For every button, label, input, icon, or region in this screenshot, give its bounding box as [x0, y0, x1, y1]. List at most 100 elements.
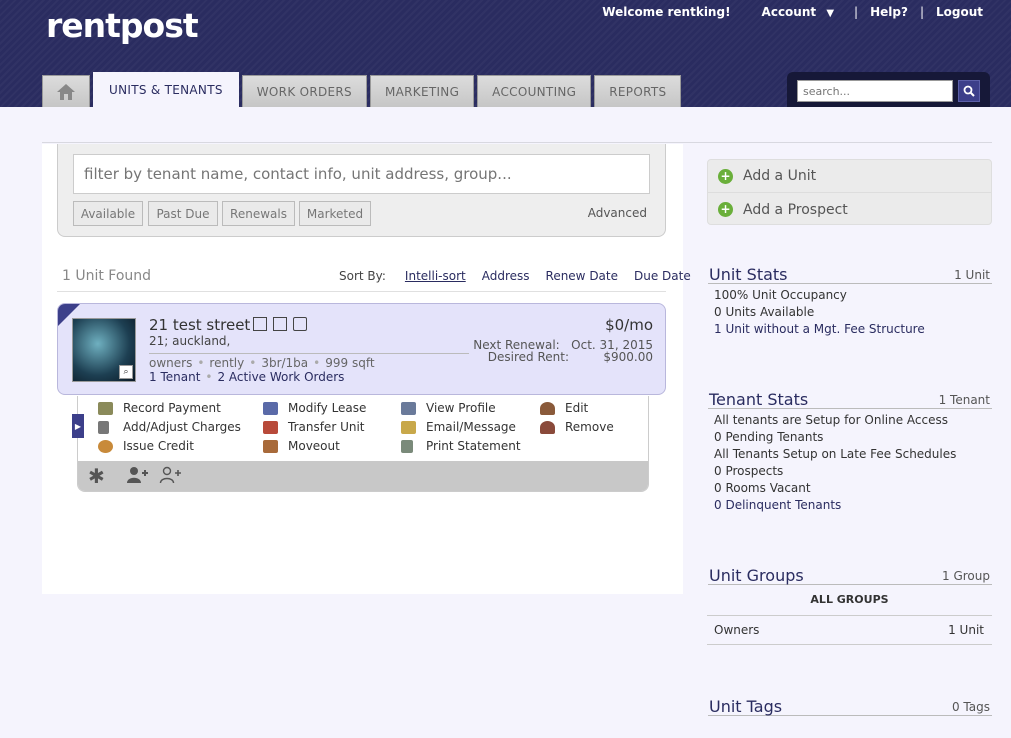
bullet: •	[313, 356, 321, 370]
tenant-count-link[interactable]: 1 Tenant	[149, 370, 200, 384]
unit-photo[interactable]: ⌕	[72, 318, 136, 382]
account-menu[interactable]: Account ▼	[762, 5, 834, 19]
stat-occupancy: 100% Unit Occupancy	[714, 288, 847, 302]
plus-icon: +	[718, 202, 733, 217]
action-label: Modify Lease	[288, 401, 367, 415]
tenant-stats-count: 1 Tenant	[938, 393, 990, 407]
filter-available-button[interactable]: Available	[73, 201, 143, 226]
unit-price: $0/mo	[605, 316, 653, 334]
group-count: 1 Unit	[948, 623, 984, 637]
all-groups-row[interactable]: ALL GROUPS	[707, 586, 992, 616]
zoom-icon[interactable]: ⌕	[119, 365, 133, 379]
tab-marketing[interactable]: MARKETING	[369, 75, 475, 107]
help-link[interactable]: Help?	[870, 5, 908, 19]
bullet: •	[205, 370, 213, 384]
top-nav: Welcome rentking! Account ▼ | Help? | Lo…	[590, 5, 983, 19]
transfer-unit-action[interactable]: Transfer Unit	[263, 420, 365, 434]
sort-renew-date[interactable]: Renew Date	[546, 269, 618, 283]
unit-rooms: 3br/1ba	[261, 356, 309, 370]
add-tenant-icon[interactable]	[126, 466, 148, 488]
moveout-action[interactable]: Moveout	[263, 439, 340, 453]
stat-delinquent[interactable]: 0 Delinquent Tenants	[714, 498, 841, 512]
bullet: •	[249, 356, 257, 370]
logout-link[interactable]: Logout	[936, 5, 983, 19]
results-count: 1 Unit Found	[62, 268, 152, 284]
action-label: Print Statement	[426, 439, 521, 453]
tab-home[interactable]	[42, 75, 90, 107]
stat-online-access: All tenants are Setup for Online Access	[714, 413, 948, 427]
rent-value: $900.00	[603, 350, 653, 364]
rent-label: Desired Rent:	[487, 350, 570, 364]
document-icon[interactable]	[273, 317, 287, 331]
unit-links: 1 Tenant • 2 Active Work Orders	[149, 370, 344, 384]
view-profile-action[interactable]: View Profile	[401, 401, 496, 415]
sort-bar: Sort By: Intelli-sort Address Renew Date…	[339, 269, 691, 283]
nav-separator: |	[919, 5, 924, 19]
filter-marketed-button[interactable]: Marketed	[299, 201, 371, 226]
action-label: Transfer Unit	[288, 420, 365, 434]
add-unit-button[interactable]: + Add a Unit	[708, 160, 991, 193]
add-prospect-button[interactable]: + Add a Prospect	[708, 193, 991, 226]
tab-reports[interactable]: REPORTS	[594, 75, 682, 107]
home-icon	[57, 83, 75, 100]
filter-input[interactable]	[73, 154, 650, 194]
filter-renewals-button[interactable]: Renewals	[222, 201, 295, 226]
divider	[42, 142, 992, 143]
filter-past-due-button[interactable]: Past Due	[148, 201, 218, 226]
action-label: Add/Adjust Charges	[123, 420, 241, 434]
email-message-action[interactable]: Email/Message	[401, 420, 516, 434]
unit-groups-header: Unit Groups 1 Group	[708, 563, 992, 585]
advanced-filter-link[interactable]: Advanced	[588, 206, 647, 220]
rentpost-logo[interactable]: rentpost	[46, 6, 199, 45]
lease-icon	[263, 401, 278, 415]
issue-credit-action[interactable]: Issue Credit	[98, 439, 194, 453]
unit-tags-title: Unit Tags	[709, 697, 783, 716]
tab-accounting[interactable]: ACCOUNTING	[477, 75, 592, 107]
print-statement-action[interactable]: Print Statement	[401, 439, 521, 453]
unit-stats-count: 1 Unit	[954, 268, 990, 282]
unit-actions-panel: ▶ Record Payment Add/Adjust Charges Issu…	[72, 396, 649, 492]
expand-arrow-icon[interactable]: ▶	[72, 414, 84, 438]
user-remove-icon	[540, 420, 555, 434]
filter-panel: Available Past Due Renewals Marketed Adv…	[57, 144, 666, 237]
unit-quick-icons	[253, 317, 307, 331]
edit-action[interactable]: Edit	[540, 401, 588, 415]
calculator-icon	[98, 420, 109, 434]
modify-lease-action[interactable]: Modify Lease	[263, 401, 366, 415]
tenant-stats-title: Tenant Stats	[709, 390, 809, 409]
stat-pending-tenants: 0 Pending Tenants	[714, 430, 824, 444]
nav-separator: |	[854, 5, 859, 19]
action-label: Moveout	[288, 439, 340, 453]
add-adjust-charges-action[interactable]: Add/Adjust Charges	[98, 420, 241, 434]
profile-card-icon	[401, 401, 416, 415]
record-payment-action[interactable]: Record Payment	[98, 401, 221, 415]
tab-units-tenants[interactable]: UNITS & TENANTS	[93, 72, 239, 107]
unit-renewal-info: Next Renewal: Oct. 31, 2015 Desired Rent…	[473, 339, 653, 363]
action-label: Edit	[565, 401, 589, 415]
asterisk-icon[interactable]: ✱	[88, 464, 105, 488]
statement-icon	[401, 439, 413, 453]
unit-title[interactable]: 21 test street	[149, 316, 250, 334]
stat-units-available: 0 Units Available	[714, 305, 815, 319]
group-row[interactable]: Owners 1 Unit	[707, 616, 992, 645]
unit-card[interactable]: ⌕ 21 test street 21; auckland, owners • re…	[57, 303, 666, 395]
sort-intelli[interactable]: Intelli-sort	[405, 269, 466, 283]
work-orders-link[interactable]: 2 Active Work Orders	[217, 370, 344, 384]
bullet: •	[197, 356, 205, 370]
search-button[interactable]	[958, 80, 980, 102]
tab-work-orders[interactable]: WORK ORDERS	[241, 75, 367, 107]
stat-no-mgt-fee[interactable]: 1 Unit without a Mgt. Fee Structure	[714, 322, 925, 336]
copy-icon[interactable]	[253, 317, 267, 331]
sort-address[interactable]: Address	[482, 269, 530, 283]
remove-action[interactable]: Remove	[540, 420, 614, 434]
unit-action-toolbar: ✱	[78, 461, 648, 491]
add-unit-label: Add a Unit	[743, 168, 817, 184]
search-input[interactable]	[797, 80, 953, 102]
folder-icon[interactable]	[293, 317, 307, 331]
sort-due-date[interactable]: Due Date	[634, 269, 691, 283]
group-name: Owners	[714, 623, 760, 637]
divider	[57, 291, 666, 292]
add-prospect-label: Add a Prospect	[743, 201, 848, 218]
account-label: Account	[761, 5, 817, 19]
add-prospect-icon[interactable]	[159, 466, 181, 488]
